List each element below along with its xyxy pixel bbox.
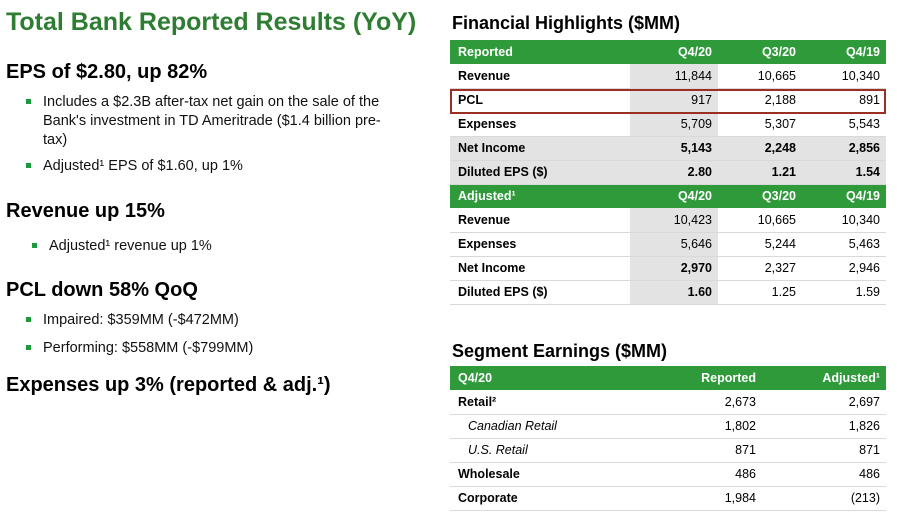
header-cell: Q3/20 [718, 184, 802, 208]
table-cell: 1.54 [802, 160, 886, 185]
table-row: Expenses 5,646 5,244 5,463 [450, 232, 886, 257]
table-cell: 11,844 [630, 64, 718, 89]
highlights-title: Financial Highlights ($MM) [452, 13, 680, 33]
page-title: Total Bank Reported Results (YoY) [6, 8, 417, 36]
row-label: Expenses [450, 232, 630, 257]
bullet-text: Adjusted¹ EPS of $1.60, up 1% [43, 158, 243, 174]
row-label: Retail² [450, 390, 640, 415]
table-cell: 5,244 [718, 232, 802, 257]
table-cell: 2,673 [640, 390, 762, 415]
row-label: Net Income [450, 136, 630, 161]
table-cell: 10,423 [630, 208, 718, 233]
table-row: PCL 917 2,188 891 [450, 88, 886, 113]
table-row: Corporate 1,984 (213) [450, 486, 886, 511]
row-label: Expenses [450, 112, 630, 137]
row-label: Net Income [450, 256, 630, 281]
table-cell: 2,970 [630, 256, 718, 281]
table-cell: 871 [640, 438, 762, 463]
bullet-marker [26, 345, 31, 350]
table-cell: 1.21 [718, 160, 802, 185]
table-cell: 1.60 [630, 280, 718, 305]
bullet-text: Adjusted¹ revenue up 1% [49, 238, 212, 254]
table-row: Diluted EPS ($) 1.60 1.25 1.59 [450, 280, 886, 305]
header-cell: Q4/20 [630, 40, 718, 64]
header-cell: Reported [450, 40, 630, 64]
table-cell: 5,646 [630, 232, 718, 257]
table-row: Revenue 11,844 10,665 10,340 [450, 64, 886, 89]
table-row: Retail² 2,673 2,697 [450, 390, 886, 415]
row-label: Corporate [450, 486, 640, 511]
bullet-text: Performing: $558MM (-$799MM) [43, 340, 254, 356]
table-row: U.S. Retail 871 871 [450, 438, 886, 463]
table-row: Diluted EPS ($) 2.80 1.21 1.54 [450, 160, 886, 185]
row-label: Wholesale [450, 462, 640, 487]
table-cell: (213) [762, 486, 886, 511]
table-row: Canadian Retail 1,802 1,826 [450, 414, 886, 439]
table-cell: 5,463 [802, 232, 886, 257]
table-cell: 2,248 [718, 136, 802, 161]
table-cell: 1,802 [640, 414, 762, 439]
header-cell: Adjusted¹ [762, 366, 886, 390]
header-cell: Reported [640, 366, 762, 390]
header-cell: Q4/20 [630, 184, 718, 208]
table-cell: 5,307 [718, 112, 802, 137]
expenses-heading: Expenses up 3% (reported & adj.¹) [6, 374, 331, 396]
table-cell: 2,327 [718, 256, 802, 281]
header-cell: Q3/20 [718, 40, 802, 64]
table-cell: 1,826 [762, 414, 886, 439]
table-cell: 2,697 [762, 390, 886, 415]
table-cell: 5,709 [630, 112, 718, 137]
table-cell: 10,340 [802, 64, 886, 89]
row-label: U.S. Retail [450, 438, 640, 463]
table-cell: 5,143 [630, 136, 718, 161]
adjusted-header-row: Adjusted¹ Q4/20 Q3/20 Q4/19 [450, 184, 886, 208]
bullet-text: Includes a $2.3B after-tax net gain on t… [43, 94, 381, 148]
eps-heading: EPS of $2.80, up 82% [6, 61, 208, 83]
bullet-marker [26, 163, 31, 168]
header-cell: Q4/20 [450, 366, 640, 390]
table-row: Expenses 5,709 5,307 5,543 [450, 112, 886, 137]
header-cell: Q4/19 [802, 184, 886, 208]
table-row: Net Income 2,970 2,327 2,946 [450, 256, 886, 281]
bullet-marker [32, 243, 37, 248]
table-cell: 10,665 [718, 64, 802, 89]
table-cell: 2,946 [802, 256, 886, 281]
bullet-text: Impaired: $359MM (-$472MM) [43, 312, 239, 328]
row-label: Diluted EPS ($) [450, 280, 630, 305]
table-row: Revenue 10,423 10,665 10,340 [450, 208, 886, 233]
pcl-heading: PCL down 58% QoQ [6, 279, 198, 301]
revenue-heading: Revenue up 15% [6, 200, 165, 222]
table-cell: 2,856 [802, 136, 886, 161]
table-cell: 486 [762, 462, 886, 487]
row-label: PCL [450, 88, 630, 113]
table-cell: 1.25 [718, 280, 802, 305]
table-cell: 891 [802, 88, 886, 113]
table-cell: 10,665 [718, 208, 802, 233]
reported-header-row: Reported Q4/20 Q3/20 Q4/19 [450, 40, 886, 64]
segment-header-row: Q4/20 Reported Adjusted¹ [450, 366, 886, 390]
table-cell: 2.80 [630, 160, 718, 185]
row-label: Canadian Retail [450, 414, 640, 439]
table-cell: 5,543 [802, 112, 886, 137]
segment-title: Segment Earnings ($MM) [452, 341, 668, 361]
header-cell: Adjusted¹ [450, 184, 630, 208]
bullet-marker [26, 99, 31, 104]
row-label: Revenue [450, 64, 630, 89]
table-cell: 917 [630, 88, 718, 113]
table-cell: 2,188 [718, 88, 802, 113]
table-row: Wholesale 486 486 [450, 462, 886, 487]
row-label: Revenue [450, 208, 630, 233]
row-label: Diluted EPS ($) [450, 160, 630, 185]
segment-table: Q4/20 Reported Adjusted¹ Retail² 2,673 2… [450, 366, 886, 511]
bullet-marker [26, 317, 31, 322]
table-cell: 1,984 [640, 486, 762, 511]
header-cell: Q4/19 [802, 40, 886, 64]
table-cell: 486 [640, 462, 762, 487]
table-cell: 1.59 [802, 280, 886, 305]
table-cell: 871 [762, 438, 886, 463]
highlights-table: Reported Q4/20 Q3/20 Q4/19 Revenue 11,84… [450, 40, 886, 305]
table-cell: 10,340 [802, 208, 886, 233]
table-row: Net Income 5,143 2,248 2,856 [450, 136, 886, 161]
